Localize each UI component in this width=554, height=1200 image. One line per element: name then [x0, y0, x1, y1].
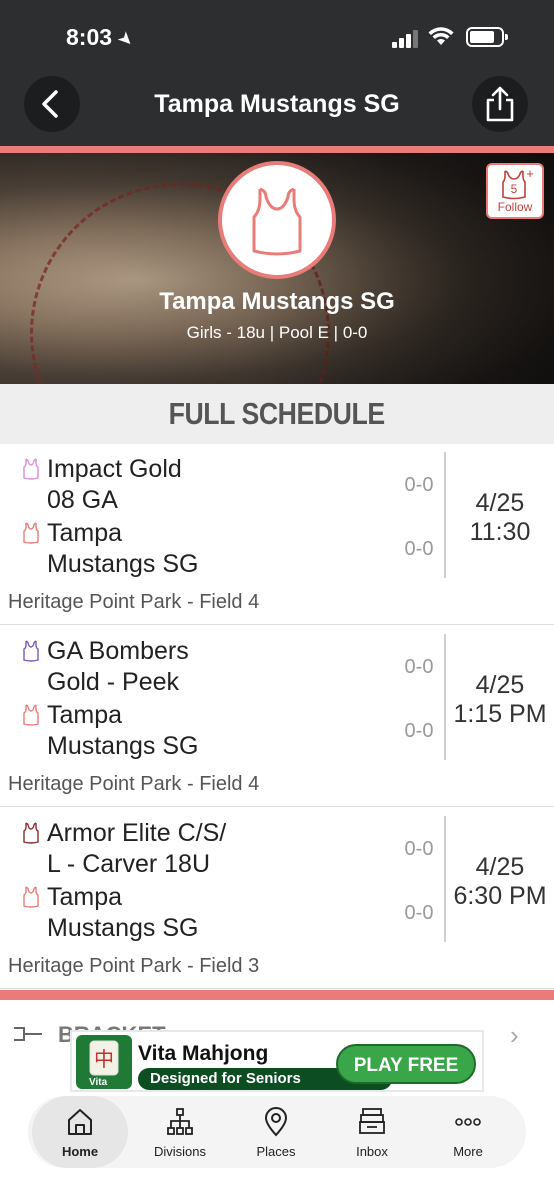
- game-row[interactable]: Impact Gold 08 GA Tampa Mustangs SG 0-0 0-0 4/…: [0, 444, 554, 625]
- game-time: 1:15 PM: [453, 700, 547, 728]
- team-name-line2: Mustangs SG: [47, 914, 199, 942]
- app-header: 8:03➤ Tampa Mustangs SG: [0, 0, 554, 146]
- team2-score: 0-0: [404, 538, 434, 560]
- mahjong-app-icon: 中 Vita: [76, 1035, 132, 1089]
- game-time: 6:30 PM: [453, 882, 547, 910]
- follow-jersey-icon: 5 +: [502, 166, 534, 200]
- team-name-line1: GA Bombers: [47, 637, 189, 665]
- page-title: Tampa Mustangs SG: [154, 90, 400, 118]
- team-jersey-icon: [22, 704, 40, 726]
- follow-button[interactable]: 5 + Follow: [486, 163, 544, 219]
- team-jersey-icon: [22, 822, 40, 844]
- team-name-line1: Impact Gold: [47, 455, 182, 483]
- game-date: 4/25: [475, 853, 525, 881]
- svg-text:Vita: Vita: [89, 1077, 108, 1088]
- team-name-line1: Tampa: [47, 701, 123, 729]
- ad-play-button[interactable]: PLAY FREE: [336, 1044, 476, 1084]
- ad-banner[interactable]: 中 Vita Vita Mahjong Designed for Seniors…: [70, 1030, 484, 1092]
- team-name-line2: Mustangs SG: [47, 732, 199, 760]
- team1-score: 0-0: [404, 656, 434, 678]
- share-icon: [486, 86, 514, 122]
- team-name-line2: Mustangs SG: [47, 550, 199, 578]
- game-row[interactable]: Armor Elite C/S/L - Carver 18U Tampa Musta…: [0, 808, 554, 989]
- team-jersey-icon: [22, 640, 40, 662]
- team-jersey-icon: [22, 886, 40, 908]
- follow-count: 5: [511, 182, 518, 196]
- nav-home[interactable]: Home: [32, 1096, 128, 1168]
- team-name-line1: Tampa: [47, 883, 123, 911]
- team-name-line1: Tampa: [47, 519, 123, 547]
- team1-score: 0-0: [404, 838, 434, 860]
- nav-home-label: Home: [61, 1144, 99, 1159]
- nav-more[interactable]: More: [420, 1096, 516, 1168]
- places-icon: [264, 1107, 288, 1137]
- game-venue: Heritage Point Park - Field 4: [8, 591, 260, 613]
- team1-score: 0-0: [404, 474, 434, 496]
- back-button[interactable]: [24, 76, 80, 132]
- team2-score: 0-0: [404, 902, 434, 924]
- team-name-line1: Armor Elite C/S/: [47, 819, 227, 847]
- team-logo: [218, 161, 336, 279]
- game-date: 4/25: [475, 489, 525, 517]
- nav-places-label: Places: [256, 1144, 296, 1159]
- share-button[interactable]: [472, 76, 528, 132]
- schedule-header: FULL SCHEDULE: [0, 384, 554, 444]
- more-icon: [455, 1118, 481, 1126]
- nav-inbox-label: Inbox: [356, 1144, 388, 1159]
- cellular-signal-icon: [392, 30, 422, 48]
- team-hero: Tampa Mustangs SG Girls - 18u | Pool E |…: [0, 153, 554, 384]
- bracket-icon: [14, 1027, 42, 1041]
- nav-more-label: More: [453, 1144, 483, 1159]
- team-meta: Girls - 18u | Pool E | 0-0: [186, 323, 368, 342]
- ad-title: Vita Mahjong: [138, 1042, 269, 1065]
- inbox-icon: [359, 1108, 385, 1134]
- game-row[interactable]: GA Bombers Gold - Peek Tampa Mustangs SG 0-0…: [0, 626, 554, 807]
- location-arrow-icon: ➤: [113, 26, 139, 52]
- accent-divider: [0, 146, 554, 153]
- chevron-right-icon: ›: [510, 1020, 519, 1050]
- nav-places[interactable]: Places: [228, 1096, 324, 1168]
- wifi-icon: [428, 27, 454, 45]
- battery-icon: [466, 27, 508, 47]
- team-name: Tampa Mustangs SG: [159, 288, 395, 315]
- nav-divisions[interactable]: Divisions: [132, 1096, 228, 1168]
- accent-divider-bottom: [0, 990, 554, 1000]
- follow-label: Follow: [497, 200, 533, 214]
- schedule-title: FULL SCHEDULE: [168, 396, 386, 431]
- nav-inbox[interactable]: Inbox: [324, 1096, 420, 1168]
- game-venue: Heritage Point Park - Field 4: [8, 773, 260, 795]
- team-jersey-icon: [22, 458, 40, 480]
- team-jersey-icon: [22, 522, 40, 544]
- game-time: 11:30: [469, 518, 531, 546]
- home-icon: [68, 1109, 92, 1135]
- team-name-line2: 08 GA: [47, 486, 118, 514]
- team2-score: 0-0: [404, 720, 434, 742]
- game-venue: Heritage Point Park - Field 3: [8, 955, 260, 977]
- team-name-line2: Gold - Peek: [47, 668, 180, 696]
- svg-text:+: +: [526, 166, 534, 181]
- bottom-nav: Home Divisions Places Inbox More: [28, 1096, 526, 1168]
- team-name-line2: L - Carver 18U: [47, 850, 211, 878]
- status-time: 8:03➤: [66, 24, 139, 52]
- chevron-left-icon: [42, 90, 58, 118]
- svg-text:中: 中: [94, 1047, 114, 1071]
- jersey-icon: [252, 187, 302, 256]
- nav-divisions-label: Divisions: [153, 1144, 206, 1159]
- divisions-icon: [167, 1108, 193, 1135]
- game-date: 4/25: [475, 671, 525, 699]
